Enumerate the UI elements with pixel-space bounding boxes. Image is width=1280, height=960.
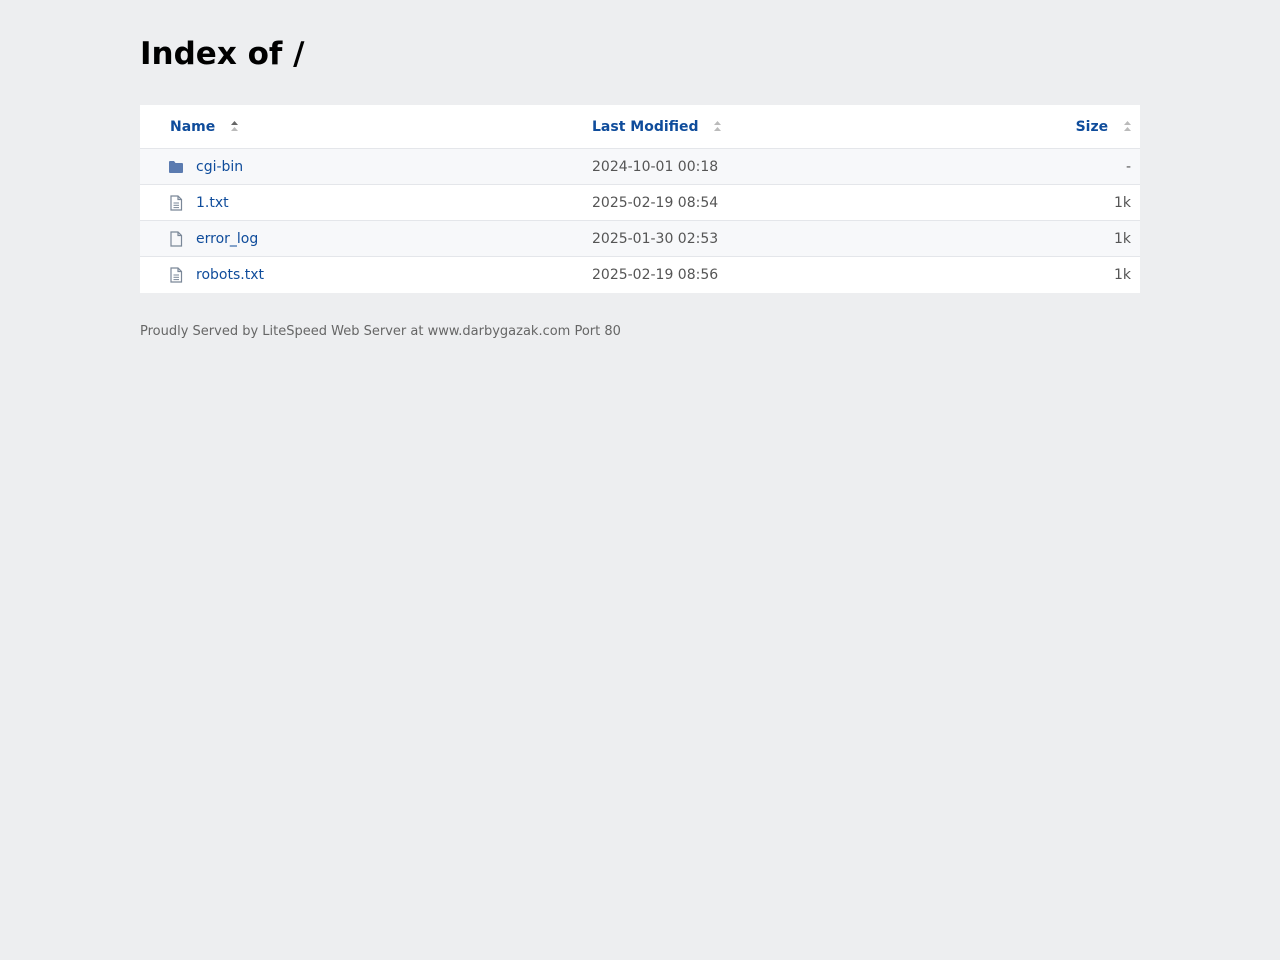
table-row: robots.txt 2025-02-19 08:56 1k bbox=[140, 256, 1140, 293]
sort-by-name-link[interactable]: Name bbox=[170, 119, 215, 135]
size-cell: - bbox=[1012, 148, 1140, 185]
entry-link[interactable]: robots.txt bbox=[196, 267, 264, 283]
column-header-last-modified: Last Modified bbox=[592, 105, 1012, 149]
entry-link[interactable]: 1.txt bbox=[196, 195, 229, 211]
page-title: Index of / bbox=[140, 36, 305, 72]
table-row: cgi-bin 2024-10-01 00:18 - bbox=[140, 148, 1140, 185]
server-footer: Proudly Served by LiteSpeed Web Server a… bbox=[140, 324, 621, 339]
size-cell: 1k bbox=[1012, 184, 1140, 221]
table-row: error_log 2025-01-30 02:53 1k bbox=[140, 220, 1140, 257]
table-header-row: Name Last Modified Size bbox=[140, 105, 1140, 149]
entry-link[interactable]: error_log bbox=[196, 231, 258, 247]
directory-listing-table: Name Last Modified Size cgi-bin 2024-10-… bbox=[140, 105, 1140, 293]
file-icon bbox=[168, 230, 184, 247]
column-header-size: Size bbox=[1012, 105, 1140, 149]
sort-icon[interactable] bbox=[713, 120, 722, 132]
sort-by-size-link[interactable]: Size bbox=[1076, 119, 1109, 135]
sort-icon[interactable] bbox=[1123, 120, 1132, 132]
column-header-name: Name bbox=[140, 105, 592, 149]
modified-cell: 2024-10-01 00:18 bbox=[592, 148, 1012, 185]
entry-link[interactable]: cgi-bin bbox=[196, 159, 243, 175]
text-file-icon bbox=[168, 267, 184, 283]
modified-cell: 2025-02-19 08:54 bbox=[592, 184, 1012, 221]
modified-cell: 2025-01-30 02:53 bbox=[592, 220, 1012, 257]
text-file-icon bbox=[168, 194, 184, 211]
table-row: 1.txt 2025-02-19 08:54 1k bbox=[140, 184, 1140, 221]
sort-asc-icon[interactable] bbox=[230, 120, 239, 132]
size-cell: 1k bbox=[1113, 267, 1131, 283]
sort-by-modified-link[interactable]: Last Modified bbox=[592, 119, 699, 135]
folder-icon bbox=[168, 159, 184, 175]
modified-cell: 2025-02-19 08:56 bbox=[592, 267, 719, 283]
size-cell: 1k bbox=[1012, 220, 1140, 257]
